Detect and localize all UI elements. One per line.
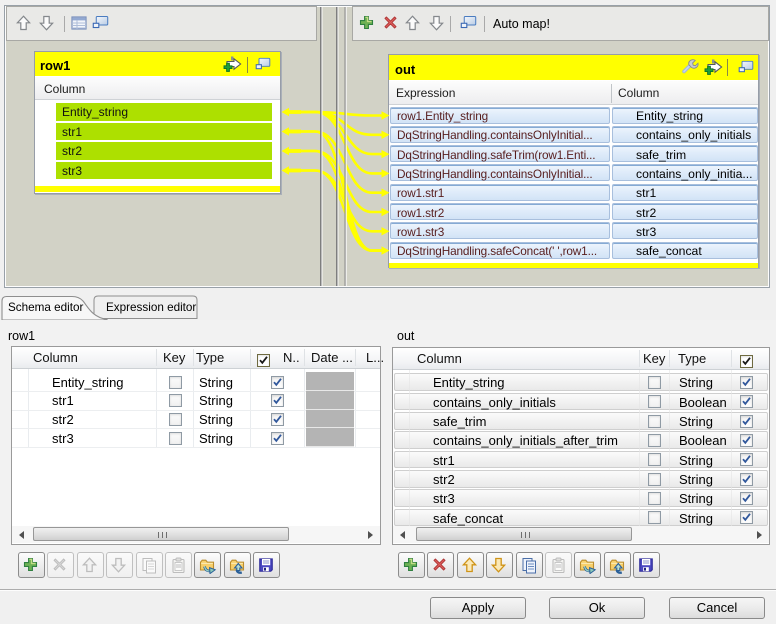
svg-text:Expression editor: Expression editor (106, 301, 196, 314)
svg-text:Schema editor: Schema editor (8, 301, 83, 314)
